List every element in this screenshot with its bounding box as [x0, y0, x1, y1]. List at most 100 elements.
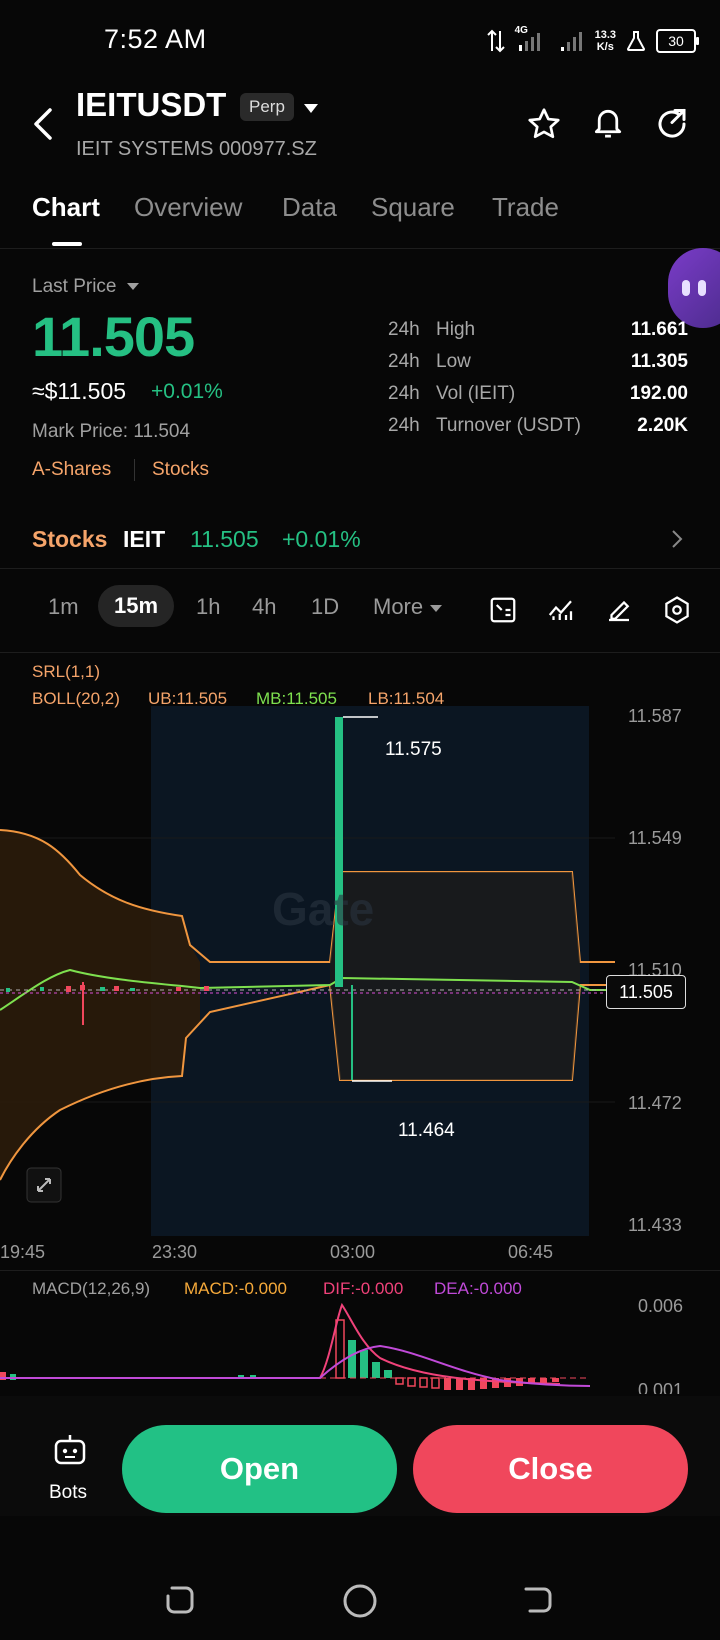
time-axis-label: 03:00: [330, 1242, 376, 1262]
bell-icon[interactable]: [590, 104, 626, 142]
signal-icon: 4G: [515, 25, 549, 53]
stat-period: 24h: [388, 415, 420, 436]
tag-stocks[interactable]: Stocks: [152, 459, 209, 481]
time-axis-label: 23:30: [152, 1242, 198, 1262]
candle: [40, 987, 44, 991]
stat-label: Low: [436, 351, 471, 372]
macd-title: MACD(12,26,9): [32, 1279, 151, 1298]
candle: [204, 986, 209, 991]
macd-bar: [335, 1319, 345, 1379]
price-axis-label: 11.433: [628, 1215, 682, 1235]
signal-icon-2: [560, 32, 582, 51]
macd-value: MACD:-0.000: [184, 1279, 287, 1298]
price-axis-label: 11.472: [628, 1093, 682, 1113]
share-icon[interactable]: [654, 106, 690, 142]
back-icon[interactable]: [30, 104, 58, 144]
watermark-text: Gate: [272, 883, 375, 935]
system-nav-bar: [0, 1540, 720, 1640]
settings-icon[interactable]: [662, 595, 692, 625]
macd-negative-bars: [395, 1377, 440, 1389]
macd-axis-label: 0.001: [638, 1380, 684, 1394]
tag-divider: [134, 459, 135, 481]
star-icon[interactable]: [526, 106, 562, 142]
dea-line: [0, 1344, 591, 1387]
net-speed: 13.3 K/s: [595, 29, 616, 53]
stat-vol: 24h Vol (IEIT) 192.00: [388, 383, 688, 407]
macd-bar: [540, 1378, 547, 1383]
stat-label: High: [436, 319, 476, 340]
tab-data[interactable]: Data: [282, 192, 337, 223]
data-transfer-icon: [486, 29, 505, 53]
stat-high: 24h High 11.661: [388, 319, 688, 343]
macd-bar: [372, 1362, 380, 1378]
interval-1d[interactable]: 1D: [311, 594, 339, 620]
related-stock-bar[interactable]: Stocks IEIT 11.505 +0.01%: [0, 508, 720, 569]
stat-period: 24h: [388, 383, 420, 404]
macd-axis-label: 0.006: [638, 1296, 684, 1316]
high-marker-label: 11.575: [385, 739, 442, 760]
interval-more[interactable]: More: [373, 594, 443, 620]
symbol-subtitle: IEIT SYSTEMS 000977.SZ: [76, 138, 317, 160]
mark-price: Mark Price: 11.504: [32, 421, 191, 442]
divider: [0, 652, 720, 653]
close-button[interactable]: Close: [413, 1425, 688, 1513]
indicator-icon[interactable]: [488, 595, 518, 625]
interval-1h[interactable]: 1h: [196, 594, 220, 620]
time-axis-label: 19:45: [0, 1242, 46, 1262]
interval-4h[interactable]: 4h: [252, 594, 276, 620]
macd-chart: [0, 1302, 591, 1390]
tab-trade[interactable]: Trade: [492, 192, 559, 223]
open-button[interactable]: Open: [122, 1425, 397, 1513]
caret-down-icon: [126, 283, 139, 290]
back-nav-icon[interactable]: [520, 1582, 556, 1618]
home-icon[interactable]: [341, 1582, 379, 1620]
divider: [0, 1270, 720, 1271]
price-axis-label: 11.549: [628, 828, 682, 848]
bots-button[interactable]: Bots: [36, 1432, 102, 1512]
recent-apps-icon[interactable]: [162, 1582, 198, 1618]
stock-price: 11.505: [190, 526, 259, 552]
chart-type-icon[interactable]: [546, 595, 576, 625]
main-tabs: Chart Overview Data Square Trade: [0, 180, 720, 249]
last-price-label[interactable]: Last Price: [32, 276, 140, 298]
candle: [176, 987, 181, 991]
net-speed-value: 13.3: [594, 29, 616, 41]
floating-assistant-bubble[interactable]: [668, 248, 720, 328]
perp-badge: Perp: [240, 93, 294, 121]
expand-icon[interactable]: [26, 1167, 62, 1203]
stat-turnover: 24h Turnover (USDT) 2.20K: [388, 415, 688, 439]
chevron-down-icon[interactable]: [302, 102, 320, 116]
interval-more-label: More: [373, 594, 424, 619]
tag-a-shares[interactable]: A-Shares: [32, 459, 111, 481]
status-time: 7:52 AM: [104, 24, 207, 54]
eye-left: [682, 280, 690, 296]
tab-square[interactable]: Square: [371, 192, 455, 223]
stock-category: Stocks: [32, 526, 108, 552]
interval-1m[interactable]: 1m: [48, 594, 79, 620]
tab-underline: [52, 242, 82, 246]
dif-value: DIF:-0.000: [323, 1279, 404, 1298]
tab-overview[interactable]: Overview: [134, 192, 242, 223]
watermark-logo: Gate: [272, 882, 374, 936]
time-axis-label: 06:45: [508, 1242, 554, 1262]
macd-histogram: [0, 1319, 392, 1380]
tab-chart[interactable]: Chart: [32, 192, 100, 223]
dea-value: DEA:-0.000: [434, 1279, 522, 1298]
stat-period: 24h: [388, 319, 420, 340]
candle: [6, 988, 10, 992]
stat-value: 11.661: [630, 319, 688, 340]
usd-price: ≈$11.505: [32, 378, 127, 404]
candle: [130, 988, 135, 991]
interval-15m[interactable]: 15m: [98, 585, 175, 627]
stat-low: 24h Low 11.305: [388, 351, 688, 375]
symbol-title[interactable]: IEITUSDT: [76, 86, 226, 124]
macd-bar: [395, 1377, 404, 1385]
stock-ticker: IEIT: [123, 526, 166, 552]
stat-period: 24h: [388, 351, 420, 372]
price-change: +0.01%: [151, 380, 223, 403]
draw-icon[interactable]: [604, 595, 634, 625]
stat-label: Vol (IEIT): [436, 383, 516, 404]
interval-toolbar: 1m 15m 1h 4h 1D More: [0, 580, 720, 640]
stat-value: 11.305: [630, 351, 688, 372]
stat-value: 192.00: [629, 383, 688, 404]
